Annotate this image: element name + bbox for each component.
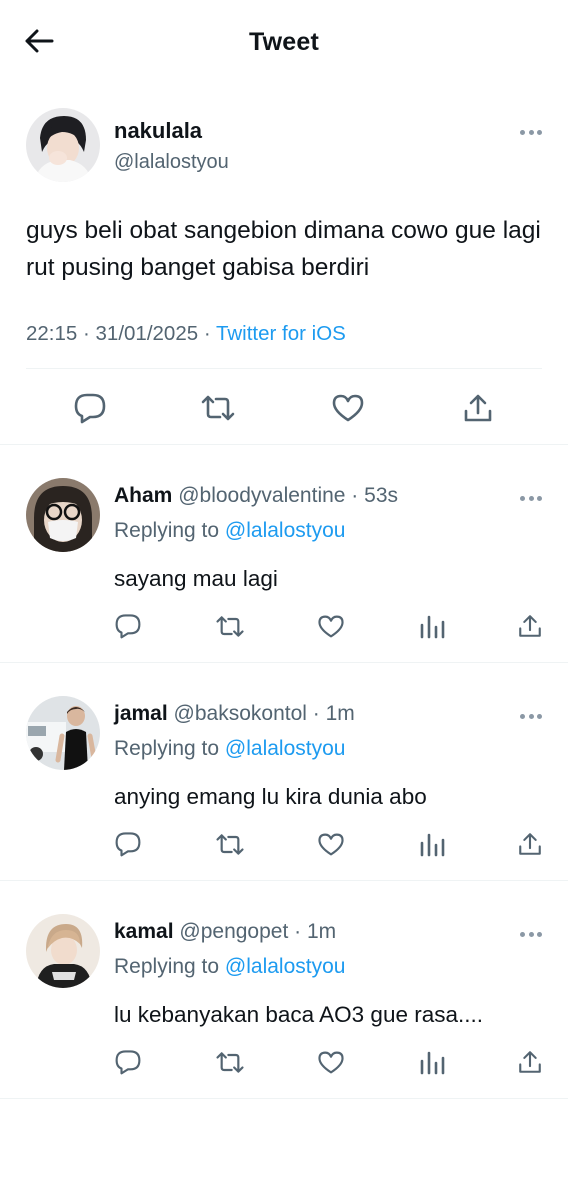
reply-header: Aham @bloodyvalentine · 53s (114, 484, 398, 508)
divider (26, 368, 542, 369)
views-icon[interactable] (416, 610, 448, 642)
heart-icon[interactable] (315, 610, 347, 642)
avatar[interactable] (26, 696, 100, 770)
replying-to: Replying to @lalalostyou (114, 519, 345, 543)
reply-tweet[interactable]: jamal @baksokontol · 1m Replying to @lal… (0, 662, 568, 880)
reply-tweet[interactable]: Aham @bloodyvalentine · 53s Replying to … (0, 444, 568, 662)
share-icon[interactable] (460, 390, 496, 426)
tweet-actions (0, 382, 568, 432)
share-icon[interactable] (514, 828, 546, 860)
reply-time[interactable]: 1m (307, 920, 336, 943)
author-handle[interactable]: @pengopet (179, 920, 288, 943)
reply-actions (0, 828, 568, 868)
retweet-icon[interactable] (200, 390, 236, 426)
replying-label: Replying to (114, 519, 225, 542)
replying-label: Replying to (114, 955, 225, 978)
tweet-meta: 22:15 · 31/01/2025 · Twitter for iOS (26, 322, 346, 346)
author-handle[interactable]: @bloodyvalentine (178, 484, 345, 507)
reply-text: lu kebanyakan baca AO3 gue rasa.... (114, 1002, 483, 1027)
more-dots-icon[interactable] (520, 128, 542, 136)
author-handle[interactable]: @baksokontol (174, 702, 307, 725)
reply-actions (0, 610, 568, 650)
heart-icon[interactable] (315, 828, 347, 860)
mention-link[interactable]: @lalalostyou (225, 737, 346, 760)
reply-actions (0, 1046, 568, 1086)
reply-tweet[interactable]: kamal @pengopet · 1m Replying to @lalalo… (0, 880, 568, 1098)
heart-icon[interactable] (315, 1046, 347, 1078)
top-bar: Tweet (0, 0, 568, 86)
more-dots-icon[interactable] (520, 712, 542, 720)
author-handle[interactable]: @lalalostyou (114, 151, 229, 174)
reply-header: kamal @pengopet · 1m (114, 920, 336, 944)
reply-icon[interactable] (72, 390, 108, 426)
more-dots-icon[interactable] (520, 930, 542, 938)
retweet-icon[interactable] (214, 1046, 246, 1078)
reply-icon[interactable] (112, 1046, 144, 1078)
share-icon[interactable] (514, 1046, 546, 1078)
retweet-icon[interactable] (214, 610, 246, 642)
tweet-text: guys beli obat sangebion dimana cowo gue… (26, 217, 541, 281)
mention-link[interactable]: @lalalostyou (225, 955, 346, 978)
views-icon[interactable] (416, 828, 448, 860)
author-name[interactable]: nakulala (114, 118, 202, 144)
tweet-timestamp[interactable]: 22:15 · 31/01/2025 (26, 322, 198, 345)
replying-to: Replying to @lalalostyou (114, 737, 345, 761)
author-name[interactable]: Aham (114, 484, 172, 507)
reply-text: sayang mau lagi (114, 566, 278, 591)
reply-text: anying emang lu kira dunia abo (114, 784, 427, 809)
mention-link[interactable]: @lalalostyou (225, 519, 346, 542)
avatar[interactable] (26, 478, 100, 552)
divider (0, 1098, 568, 1099)
dot-separator: · (306, 702, 326, 725)
retweet-icon[interactable] (214, 828, 246, 860)
heart-icon[interactable] (330, 390, 366, 426)
replying-to: Replying to @lalalostyou (114, 955, 345, 979)
share-icon[interactable] (514, 610, 546, 642)
avatar[interactable] (26, 914, 100, 988)
dot-separator: · (345, 484, 365, 507)
author-name[interactable]: kamal (114, 920, 174, 943)
tweet-source[interactable]: Twitter for iOS (216, 322, 346, 345)
reply-icon[interactable] (112, 828, 144, 860)
views-icon[interactable] (416, 1046, 448, 1078)
page-title: Tweet (249, 28, 319, 56)
avatar[interactable] (26, 108, 100, 182)
meta-separator: · (198, 322, 216, 345)
replying-label: Replying to (114, 737, 225, 760)
reply-header: jamal @baksokontol · 1m (114, 702, 355, 726)
author-name[interactable]: jamal (114, 702, 168, 725)
reply-time[interactable]: 1m (326, 702, 355, 725)
dot-separator: · (288, 920, 307, 943)
reply-icon[interactable] (112, 610, 144, 642)
more-dots-icon[interactable] (520, 494, 542, 502)
reply-time[interactable]: 53s (364, 484, 398, 507)
